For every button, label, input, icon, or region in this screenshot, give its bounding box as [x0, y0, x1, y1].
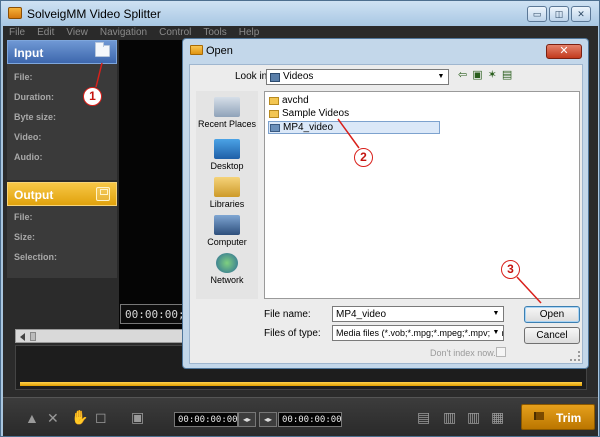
callout-lines: [95, 62, 542, 304]
callout-1: 1: [83, 87, 102, 106]
callout-line-1: [95, 62, 103, 88]
main-window: SolveigMM Video Splitter ▭ ◫ ✕ File Edit…: [0, 0, 600, 437]
callout-3: 3: [501, 260, 520, 279]
callout-2: 2: [354, 148, 373, 167]
callout-line-3: [516, 276, 542, 304]
callout-line-2: [337, 118, 360, 149]
